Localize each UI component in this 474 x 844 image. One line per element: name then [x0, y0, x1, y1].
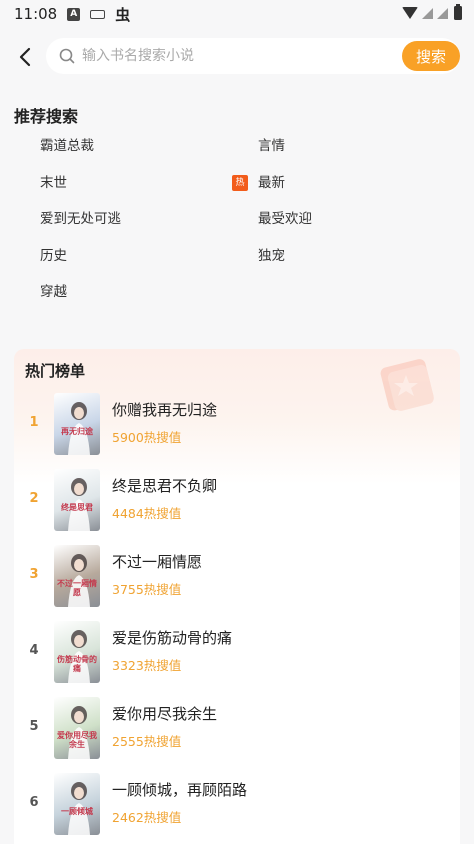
recommended-item[interactable]: 历史 [40, 238, 67, 274]
rank-number: 1 [29, 415, 39, 430]
book-cover: 终是思君 [54, 469, 100, 531]
book-cover: 不过一厢情愿 [54, 545, 100, 607]
cover-title-text: 不过一厢情愿 [57, 579, 97, 597]
recommended-item[interactable]: 独宠 [258, 238, 285, 274]
book-title: 不过一厢情愿 [112, 553, 203, 571]
book-cover: 一顾倾城 [54, 773, 100, 835]
status-bar: 11:08 A 虫 [0, 0, 474, 28]
book-cover: 爱你用尽我余生 [54, 697, 100, 759]
battery-icon [454, 4, 462, 20]
cover-title-text: 终是思君 [61, 503, 93, 512]
cover-illustration [68, 630, 90, 683]
signal-icon-2 [437, 7, 448, 19]
rank-number: 4 [29, 643, 39, 658]
cover-illustration [68, 402, 90, 455]
cover-title-text: 伤筋动骨的痛 [57, 655, 97, 673]
wifi-icon [402, 7, 418, 19]
hot-list-item[interactable]: 2 终是思君 终是思君不负卿 4484热搜值 [14, 469, 460, 533]
a-box-icon: A [67, 7, 81, 21]
book-title: 一顾倾城，再顾陌路 [112, 781, 248, 799]
recommended-item[interactable]: 爱到无处可逃 [40, 201, 121, 237]
recommended-item[interactable]: 穿越 [40, 274, 67, 310]
recommended-title: 推荐搜索 [14, 107, 79, 126]
keyboard-icon [90, 9, 106, 19]
hot-list-item[interactable]: 3 不过一厢情愿 不过一厢情愿 3755热搜值 [14, 545, 460, 609]
hot-list-item[interactable]: 1 再无归途 你赠我再无归途 5900热搜值 [14, 393, 460, 457]
book-title: 终是思君不负卿 [112, 477, 218, 495]
cover-illustration [68, 478, 90, 531]
rank-number: 5 [29, 719, 39, 734]
hot-list-title: 热门榜单 [25, 362, 86, 380]
hot-list-item[interactable]: 6 一顾倾城 一顾倾城，再顾陌路 2462热搜值 [14, 773, 460, 837]
rank-number: 3 [29, 567, 39, 582]
cover-illustration [68, 782, 90, 835]
recommended-item[interactable]: 霸道总裁 [40, 128, 94, 164]
book-title: 你赠我再无归途 [112, 401, 218, 419]
search-input[interactable] [82, 44, 392, 68]
rank-number: 6 [29, 795, 39, 810]
book-heat-value: 2555热搜值 [112, 734, 182, 749]
book-title: 爱是伤筋动骨的痛 [112, 629, 233, 647]
rank-number: 2 [29, 491, 39, 506]
cover-title-text: 再无归途 [61, 427, 93, 436]
book-heat-value: 3755热搜值 [112, 582, 182, 597]
search-button[interactable]: 搜索 [402, 41, 460, 71]
book-cover: 伤筋动骨的痛 [54, 621, 100, 683]
chevron-left-icon [19, 47, 31, 67]
recommended-item[interactable]: 末世 [40, 165, 67, 201]
status-time: 11:08 [14, 5, 58, 23]
recommended-item[interactable]: 言情 [258, 128, 285, 164]
cover-title-text: 一顾倾城 [61, 807, 93, 816]
hot-list-item[interactable]: 5 爱你用尽我余生 爱你用尽我余生 2555热搜值 [14, 697, 460, 761]
signal-icon [422, 7, 433, 19]
hot-list-item[interactable]: 4 伤筋动骨的痛 爱是伤筋动骨的痛 3323热搜值 [14, 621, 460, 685]
cover-illustration [68, 706, 90, 759]
cover-title-text: 爱你用尽我余生 [57, 731, 97, 749]
recommended-item[interactable]: 最受欢迎 [258, 201, 312, 237]
search-icon [59, 48, 75, 64]
book-heat-value: 2462热搜值 [112, 810, 182, 825]
search-box: 搜索 [46, 38, 460, 74]
book-heat-value: 3323热搜值 [112, 658, 182, 673]
book-heat-value: 5900热搜值 [112, 430, 182, 445]
cover-illustration [68, 554, 90, 607]
hot-badge: 热 [232, 174, 248, 191]
book-cover: 再无归途 [54, 393, 100, 455]
search-header: 搜索 [0, 38, 474, 76]
book-title: 爱你用尽我余生 [112, 705, 218, 723]
back-button[interactable] [12, 40, 38, 74]
recommended-item[interactable]: 最新 [258, 165, 285, 201]
book-heat-value: 4484热搜值 [112, 506, 182, 521]
bug-icon: 虫 [115, 5, 131, 24]
hot-list-card: 热门榜单 1 再无归途 你赠我再无归途 5900热搜值 2 终是思君 终是思君不负卿 4484… [14, 349, 460, 844]
